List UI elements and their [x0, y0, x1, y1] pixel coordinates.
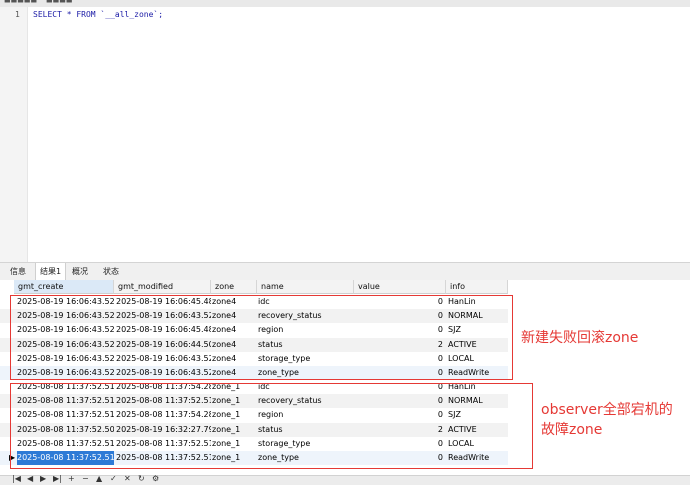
- tab-info[interactable]: 信息: [6, 263, 30, 280]
- annotation-text-2b: 故障zone: [541, 422, 603, 438]
- tab-overview[interactable]: 概况: [68, 263, 92, 280]
- annotation-text-2a: observer全部宕机的: [541, 402, 673, 418]
- add-record-icon[interactable]: +: [68, 474, 75, 484]
- line-gutter: 1: [0, 7, 28, 262]
- last-record-icon[interactable]: ▶|: [53, 474, 62, 484]
- column-header-name[interactable]: name: [257, 280, 354, 294]
- apply-icon[interactable]: ✓: [110, 474, 117, 484]
- query-tab[interactable]: ▬▬▬▬▬: [4, 0, 37, 5]
- next-record-icon[interactable]: ▶: [40, 474, 46, 484]
- tab-status[interactable]: 状态: [99, 263, 123, 280]
- column-header-value[interactable]: value: [354, 280, 446, 294]
- up-icon[interactable]: ▲: [96, 474, 102, 484]
- query-tab-active[interactable]: ▬▬▬▬: [46, 0, 72, 5]
- line-number: 1: [15, 10, 20, 19]
- query-tab-bar: ▬▬▬▬▬ ▬▬▬▬: [0, 0, 690, 7]
- column-header-gmt-modified[interactable]: gmt_modified: [114, 280, 211, 294]
- first-record-icon[interactable]: |◀: [12, 474, 21, 484]
- prev-record-icon[interactable]: ◀: [27, 474, 33, 484]
- delete-record-icon[interactable]: −: [82, 474, 89, 484]
- tab-result1[interactable]: 结果1: [35, 263, 67, 281]
- sql-editor[interactable]: 1 SELECT * FROM `__all_zone`;: [0, 7, 690, 262]
- settings-icon[interactable]: ⚙: [152, 474, 159, 484]
- annotation-box-2: [10, 383, 533, 469]
- column-header-gmt-create[interactable]: gmt_create: [14, 280, 114, 294]
- result-tab-bar: 信息 结果1 概况 状态: [0, 262, 690, 281]
- column-header-zone[interactable]: zone: [211, 280, 257, 294]
- sql-query-text[interactable]: SELECT * FROM `__all_zone`;: [33, 10, 163, 19]
- annotation-text-1: 新建失败回滚zone: [521, 330, 639, 346]
- refresh-icon[interactable]: ↻: [138, 474, 145, 484]
- annotation-box-1: [10, 295, 513, 380]
- cancel-icon[interactable]: ✕: [124, 474, 131, 484]
- column-header-info[interactable]: info: [446, 280, 508, 294]
